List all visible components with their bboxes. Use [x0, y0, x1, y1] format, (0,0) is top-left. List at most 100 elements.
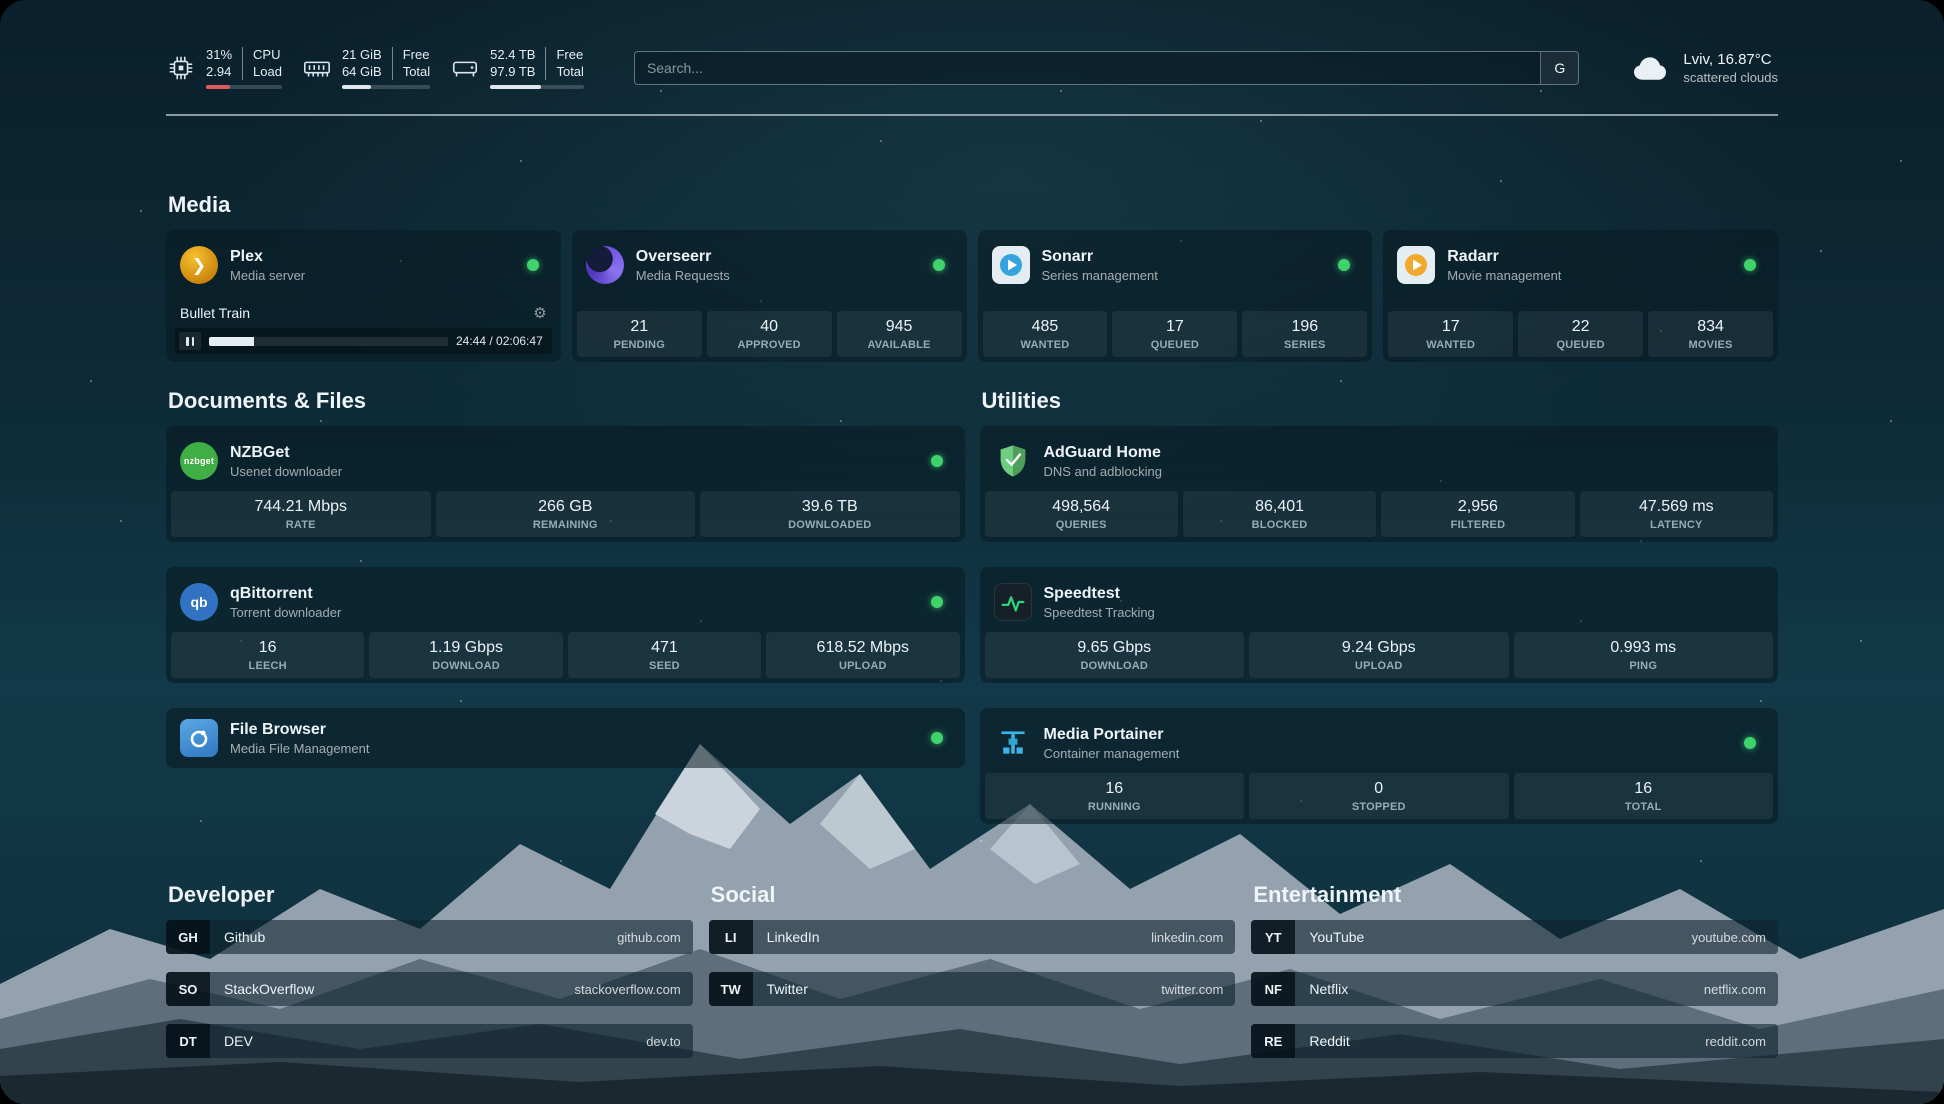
nzbget-card[interactable]: nzbget NZBGet Usenet downloader 744.21 M…	[166, 426, 965, 542]
cpu-label: CPU	[253, 47, 282, 64]
app-desc: Usenet downloader	[230, 464, 342, 479]
gear-icon[interactable]: ⚙	[533, 306, 546, 321]
status-dot	[1744, 259, 1756, 271]
status-dot	[931, 455, 943, 467]
app-name: qBittorrent	[230, 585, 341, 603]
link-domain: youtube.com	[1692, 930, 1766, 945]
playback-time: 24:44 / 02:06:47	[456, 334, 543, 348]
app-name: File Browser	[230, 721, 369, 739]
sonarr-card[interactable]: Sonarr Series management 485 WANTED 17 Q…	[978, 230, 1373, 362]
link-reddit[interactable]: RE Reddit reddit.com	[1251, 1024, 1778, 1058]
filebrowser-icon	[180, 719, 218, 757]
github-icon: GH	[166, 920, 210, 954]
link-domain: github.com	[617, 930, 681, 945]
playback-progress-track[interactable]	[209, 337, 448, 346]
memory-progress-track	[342, 85, 430, 89]
stat-available: 945 AVAILABLE	[837, 311, 962, 357]
link-name: Twitter	[767, 981, 808, 997]
status-dot	[931, 596, 943, 608]
stat-pending: 21 PENDING	[577, 311, 702, 357]
nzbget-logo-label: nzbget	[184, 456, 214, 466]
radarr-icon	[1397, 246, 1435, 284]
weather-location: Lviv, 16.87°C	[1683, 51, 1778, 68]
stat-rate: 744.21 Mbps RATE	[171, 491, 431, 537]
link-name: DEV	[224, 1033, 253, 1049]
stat-blocked: 86,401 BLOCKED	[1183, 491, 1376, 537]
link-domain: netflix.com	[1704, 982, 1766, 997]
disk-free-value: 52.4 TB	[490, 47, 535, 64]
stat-queries: 498,564 QUERIES	[985, 491, 1178, 537]
link-github[interactable]: GH Github github.com	[166, 920, 693, 954]
stat-remaining: 266 GB REMAINING	[436, 491, 696, 537]
stat-download: 9.65 Gbps DOWNLOAD	[985, 632, 1245, 678]
search-bar: G	[634, 51, 1579, 85]
netflix-icon: NF	[1251, 972, 1295, 1006]
search-engine-button[interactable]: G	[1540, 52, 1578, 84]
link-domain: dev.to	[646, 1034, 680, 1049]
link-name: LinkedIn	[767, 929, 820, 945]
app-name: Radarr	[1447, 248, 1561, 266]
stat-upload: 618.52 Mbps UPLOAD	[766, 632, 959, 678]
plex-card[interactable]: ❯ Plex Media server Bullet Train ⚙	[166, 230, 561, 362]
entertainment-section: Entertainment YT YouTube youtube.com NF …	[1251, 882, 1778, 1058]
social-section: Social LI LinkedIn linkedin.com TW Twitt…	[709, 882, 1236, 1058]
memory-icon	[302, 53, 332, 83]
stat-leech: 16 LEECH	[171, 632, 364, 678]
overseerr-card[interactable]: Overseerr Media Requests 21 PENDING 40 A…	[572, 230, 967, 362]
link-name: Github	[224, 929, 265, 945]
cloud-icon	[1629, 52, 1671, 84]
stat-download: 1.19 Gbps DOWNLOAD	[369, 632, 562, 678]
pause-button[interactable]	[179, 332, 201, 350]
media-section-title: Media	[168, 192, 1778, 218]
entertainment-section-title: Entertainment	[1253, 882, 1778, 908]
stat-series: 196 SERIES	[1242, 311, 1367, 357]
reddit-icon: RE	[1251, 1024, 1295, 1058]
portainer-card[interactable]: Media Portainer Container management 16 …	[980, 708, 1779, 824]
memory-total-value: 64 GiB	[342, 64, 382, 81]
qbittorrent-card[interactable]: qb qBittorrent Torrent downloader 16 LEE…	[166, 567, 965, 683]
documents-section-title: Documents & Files	[168, 388, 965, 414]
app-desc: Media File Management	[230, 741, 369, 756]
link-stackoverflow[interactable]: SO StackOverflow stackoverflow.com	[166, 972, 693, 1006]
search-input[interactable]	[635, 52, 1540, 84]
disk-free-label: Free	[556, 47, 583, 64]
app-desc: Container management	[1044, 746, 1180, 761]
app-name: Plex	[230, 248, 305, 266]
app-name: Media Portainer	[1044, 726, 1180, 744]
stat-queued: 22 QUEUED	[1518, 311, 1643, 357]
stat-total: 16 TOTAL	[1514, 773, 1774, 819]
status-dot	[933, 259, 945, 271]
stat-upload: 9.24 Gbps UPLOAD	[1249, 632, 1509, 678]
stat-wanted: 17 WANTED	[1388, 311, 1513, 357]
app-name: AdGuard Home	[1044, 444, 1163, 462]
dashboard-screen: 31% 2.94 CPU Load	[0, 0, 1944, 1104]
link-twitter[interactable]: TW Twitter twitter.com	[709, 972, 1236, 1006]
radarr-card[interactable]: Radarr Movie management 17 WANTED 22 QUE…	[1383, 230, 1778, 362]
memory-monitor: 21 GiB 64 GiB Free Total	[302, 47, 430, 90]
link-linkedin[interactable]: LI LinkedIn linkedin.com	[709, 920, 1236, 954]
weather-widget: Lviv, 16.87°C scattered clouds	[1629, 51, 1778, 85]
now-playing-title: Bullet Train	[180, 305, 250, 321]
adguard-card[interactable]: AdGuard Home DNS and adblocking 498,564 …	[980, 426, 1779, 542]
cpu-progress-track	[206, 85, 282, 89]
app-desc: DNS and adblocking	[1044, 464, 1163, 479]
link-youtube[interactable]: YT YouTube youtube.com	[1251, 920, 1778, 954]
disk-monitor: 52.4 TB 97.9 TB Free Total	[450, 47, 584, 90]
stat-stopped: 0 STOPPED	[1249, 773, 1509, 819]
stat-downloaded: 39.6 TB DOWNLOADED	[700, 491, 960, 537]
utilities-section-title: Utilities	[982, 388, 1779, 414]
app-desc: Movie management	[1447, 268, 1561, 283]
stat-movies: 834 MOVIES	[1648, 311, 1773, 357]
header-divider	[166, 114, 1778, 116]
link-dev-to[interactable]: DT DEV dev.to	[166, 1024, 693, 1058]
status-dot	[1744, 737, 1756, 749]
stat-ping: 0.993 ms PING	[1514, 632, 1774, 678]
app-name: Sonarr	[1042, 248, 1158, 266]
plex-icon: ❯	[180, 246, 218, 284]
link-netflix[interactable]: NF Netflix netflix.com	[1251, 972, 1778, 1006]
filebrowser-card[interactable]: File Browser Media File Management	[166, 708, 965, 768]
link-domain: stackoverflow.com	[574, 982, 680, 997]
speedtest-card[interactable]: Speedtest Speedtest Tracking 9.65 Gbps D…	[980, 567, 1779, 683]
memory-progress-fill	[342, 85, 371, 89]
link-domain: linkedin.com	[1151, 930, 1223, 945]
